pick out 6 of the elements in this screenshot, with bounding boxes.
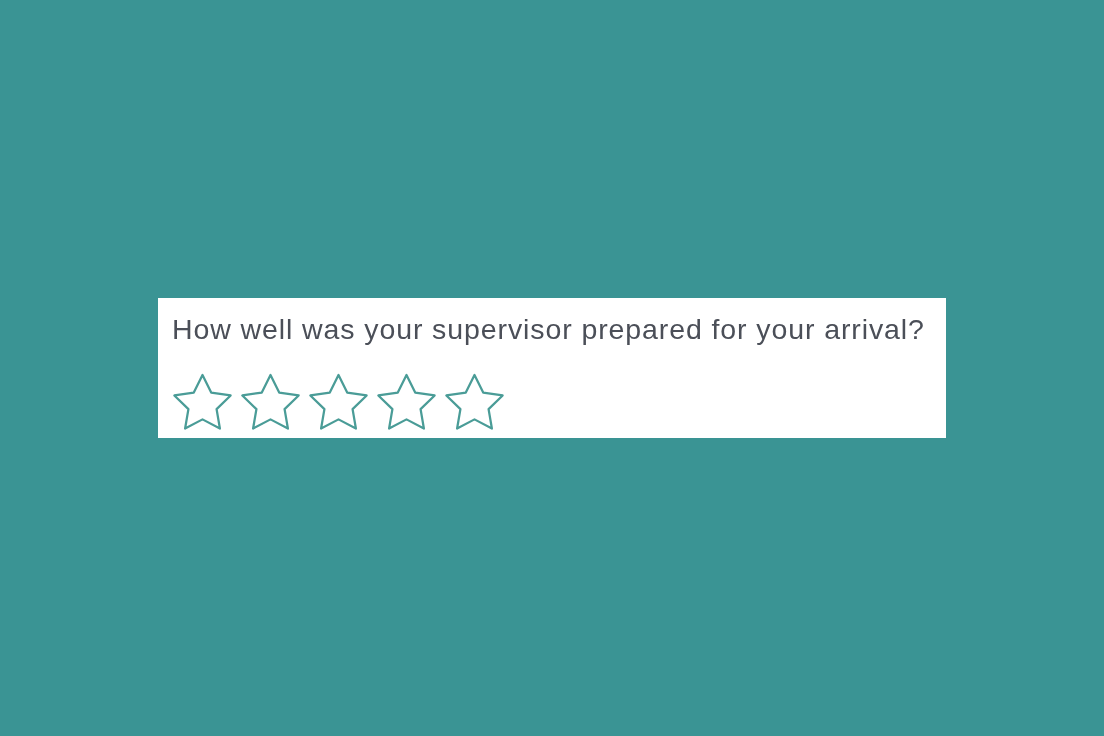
question-text: How well was your supervisor prepared for your arrival? <box>172 312 925 346</box>
star-icon[interactable] <box>376 373 437 431</box>
star-icon[interactable] <box>444 373 505 431</box>
star-icon[interactable] <box>308 373 369 431</box>
star-icon[interactable] <box>240 373 301 431</box>
star-icon[interactable] <box>172 373 233 431</box>
